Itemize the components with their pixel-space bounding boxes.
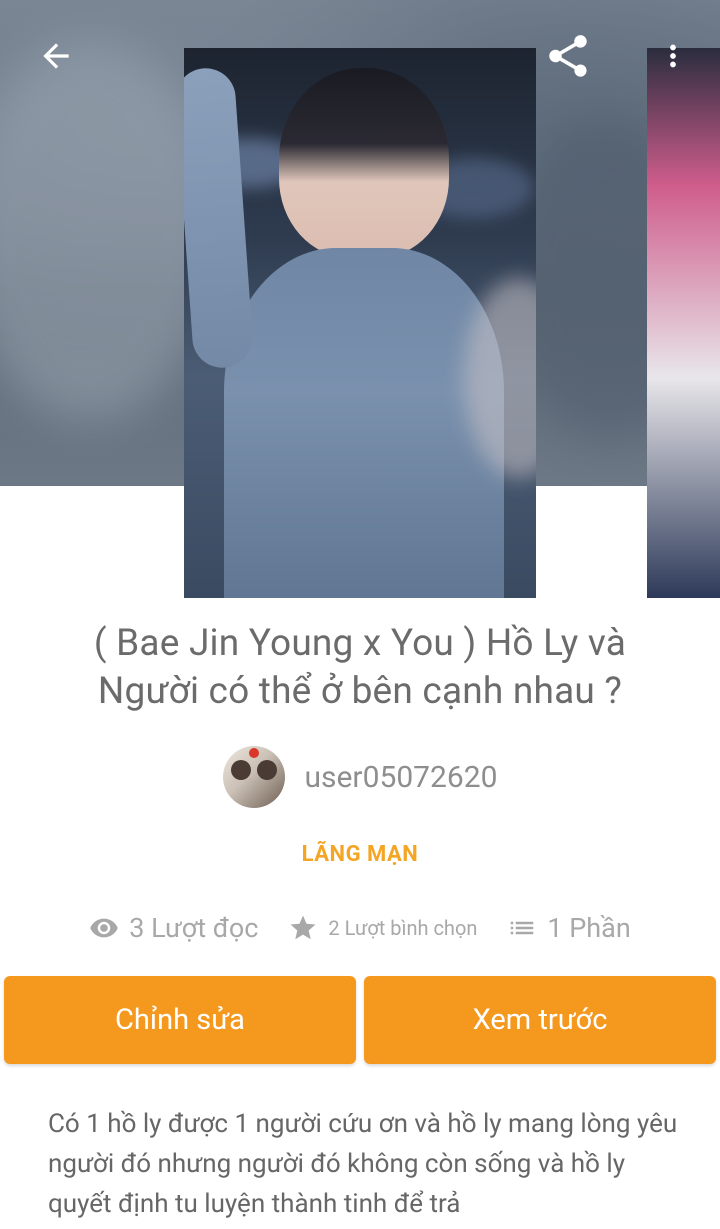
list-icon [511,921,534,935]
parts-stat: 1 Phần [507,912,631,944]
avatar-face [230,760,251,780]
reads-stat: 3 Lượt đọc [89,912,258,944]
story-details-screen: ( Bae Jin Young x You ) Hồ Ly và Người c… [0,0,720,1229]
more-vertical-icon [670,44,676,68]
avatar-accent [248,748,259,758]
avatar-face [256,760,277,780]
author-avatar[interactable] [222,746,285,808]
genre-tag[interactable]: LÃNG MẠN [0,842,720,867]
eye-icon [90,918,118,938]
star-icon [290,915,316,940]
story-title: ( Bae Jin Young x You ) Hồ Ly và Người c… [93,622,627,713]
parts-count: 1 Phần [547,912,631,944]
cover-figure-head [279,68,449,258]
votes-count: 2 Lượt bình chọn [328,916,478,940]
cover-figure-arm [184,66,255,370]
votes-stat: 2 Lượt bình chọn [288,913,477,943]
author-name[interactable]: user05072620 [305,760,498,795]
share-icon [549,35,587,77]
story-stats: 3 Lượt đọc 2 Lượt bình chọn 1 Phần [0,906,720,950]
cover-figure-body [224,248,504,598]
arrow-left-icon [43,43,69,69]
next-cover-image[interactable] [647,48,720,598]
reads-count: 3 Lượt đọc [129,912,259,944]
author-row[interactable]: user05072620 [0,742,720,812]
more-options-button[interactable] [656,32,690,80]
back-button[interactable] [30,30,82,82]
story-cover-image[interactable] [184,48,536,598]
edit-button[interactable]: Chỉnh sửa [4,976,356,1064]
preview-button[interactable]: Xem trước [364,976,716,1064]
share-button[interactable] [540,28,596,84]
story-description: Có 1 hồ ly được 1 người cứu ơn và hồ ly … [48,1109,678,1219]
